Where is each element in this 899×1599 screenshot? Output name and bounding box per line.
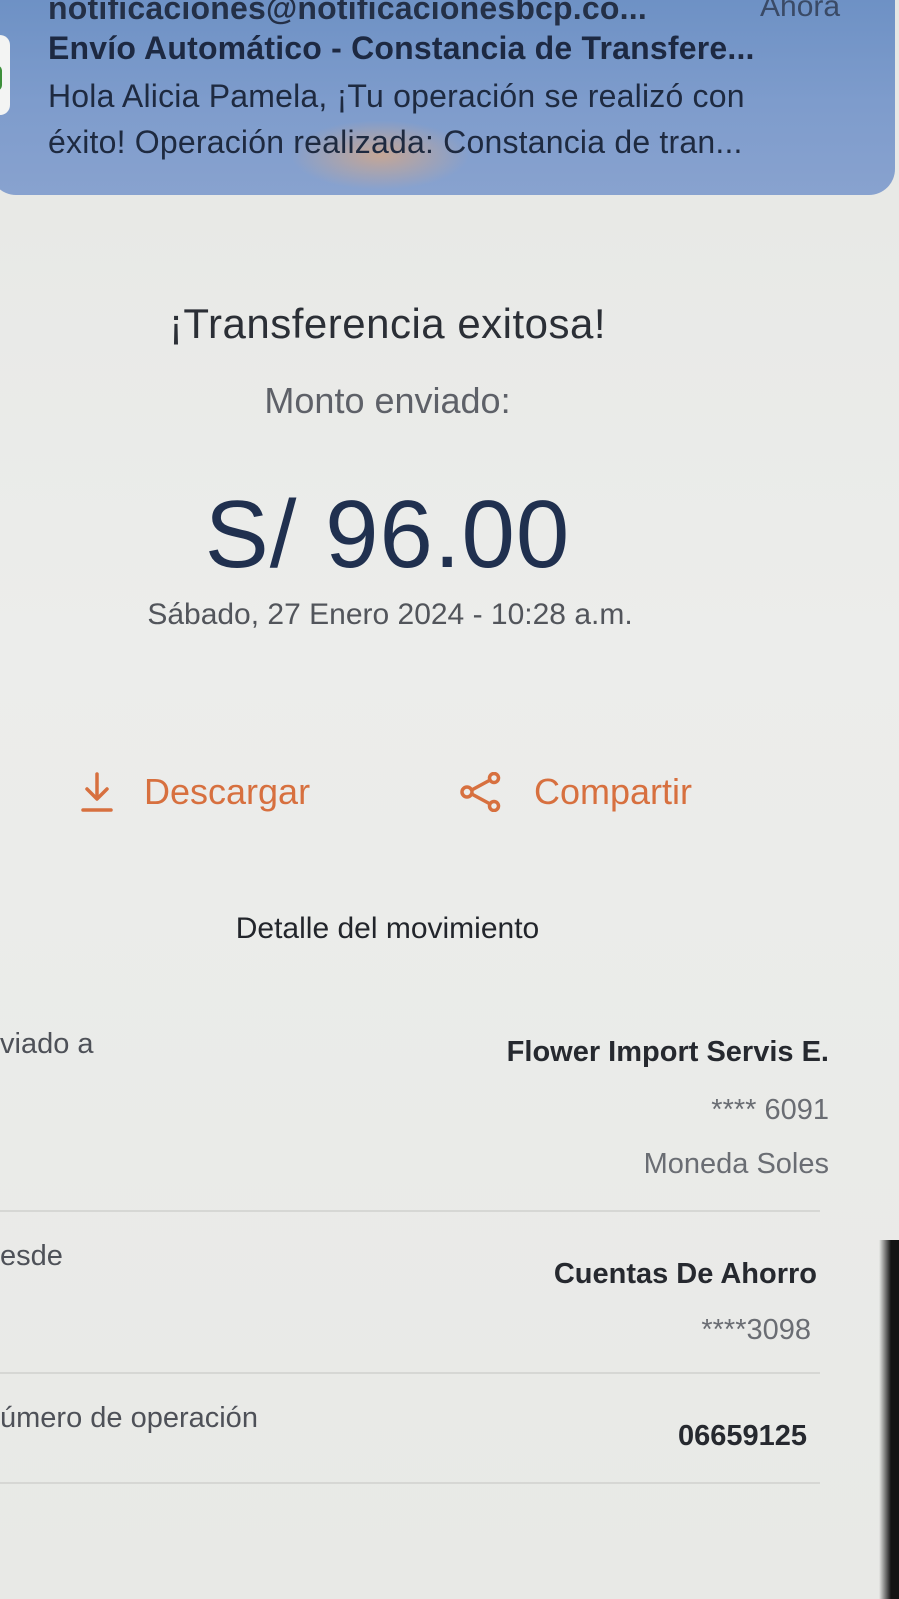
email-notification[interactable]: notificaciones@notificacionesbcp.co... A… (0, 0, 895, 195)
download-label: Descargar (144, 771, 311, 812)
notification-time: Ahora (760, 0, 841, 23)
notification-body-line2: éxito! Operación realizada: Constancia d… (48, 124, 743, 160)
notification-subject: Envío Automático - Constancia de Transfe… (48, 30, 755, 66)
sent-to-label: viado a (0, 1028, 94, 1060)
details-section-title: Detalle del movimiento (235, 912, 540, 945)
mail-app-icon (0, 35, 10, 115)
source-account: ****3098 (701, 1314, 811, 1346)
success-title: ¡Transferencia exitosa! (168, 300, 607, 347)
receipt-screen: notificaciones@notificacionesbcp.co... A… (0, 0, 899, 1599)
recipient-name: Flower Import Servis E. (506, 1036, 829, 1068)
recipient-currency: Moneda Soles (643, 1148, 829, 1180)
share-button[interactable]: Compartir (458, 762, 692, 822)
divider (0, 1372, 820, 1374)
download-button[interactable]: Descargar (80, 762, 310, 822)
source-account-type: Cuentas De Ahorro (553, 1258, 817, 1290)
transaction-datetime: Sábado, 27 Enero 2024 - 10:28 a.m. (147, 598, 633, 631)
download-icon (80, 770, 114, 814)
divider (0, 1210, 820, 1212)
from-label: esde (0, 1240, 63, 1272)
operation-number: 06659125 (677, 1420, 807, 1452)
share-icon (458, 772, 504, 812)
amount-value: S/ 96.00 (204, 481, 571, 588)
recipient-account: **** 6091 (711, 1094, 829, 1126)
amount-label: Monto enviado: (264, 380, 511, 421)
screen-edge-shadow (879, 1240, 899, 1599)
divider (0, 1482, 820, 1484)
notification-sender: notificaciones@notificacionesbcp.co... (48, 0, 647, 26)
notification-body-line1: Hola Alicia Pamela, ¡Tu operación se rea… (48, 78, 745, 114)
share-label: Compartir (534, 771, 693, 812)
operation-number-label: úmero de operación (0, 1402, 258, 1434)
